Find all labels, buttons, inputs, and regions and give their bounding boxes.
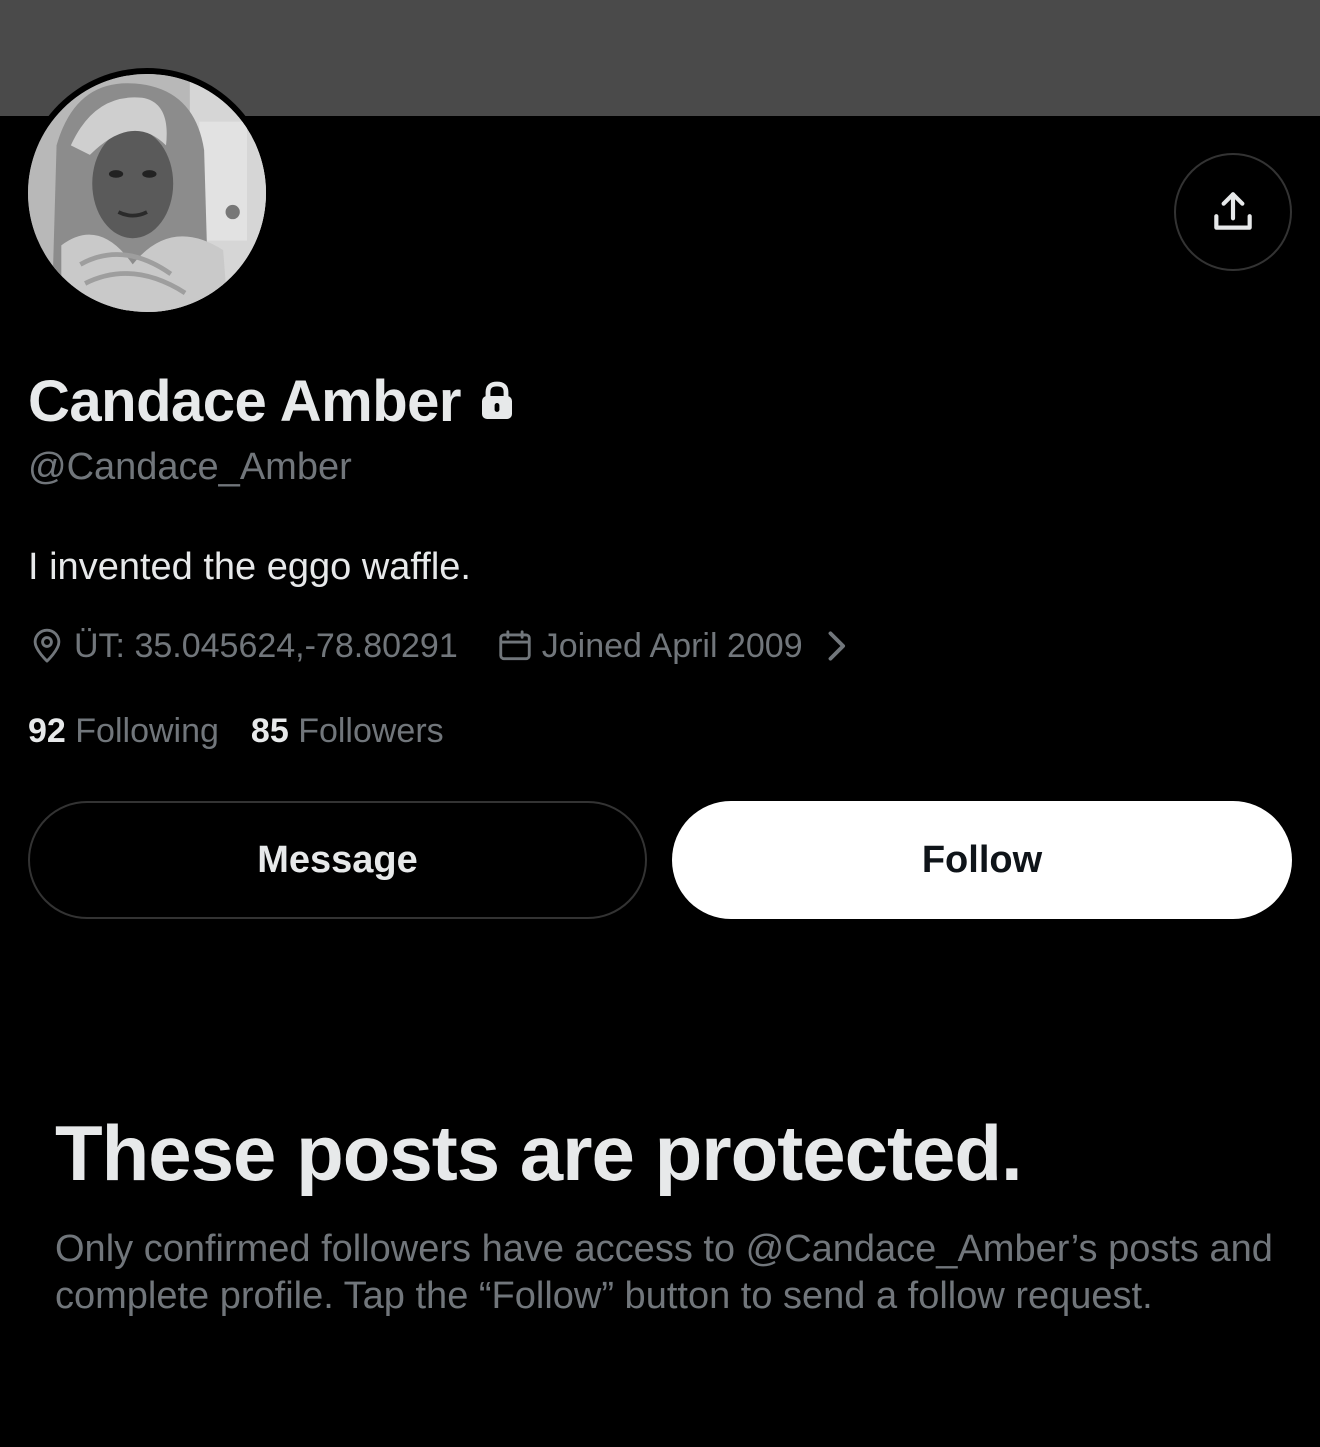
profile-bio: I invented the eggo waffle. [28, 546, 471, 588]
followers-label: Followers [298, 712, 444, 750]
profile-handle: @Candace_Amber [28, 446, 352, 488]
followers-stat[interactable]: 85 Followers [251, 712, 444, 751]
message-button[interactable]: Message [28, 801, 647, 919]
following-count: 92 [28, 712, 66, 750]
share-icon [1214, 192, 1252, 230]
avatar[interactable] [22, 68, 272, 318]
following-stat[interactable]: 92 Following [28, 712, 219, 751]
avatar-photo [28, 74, 266, 312]
follow-button[interactable]: Follow [672, 801, 1292, 919]
follow-stats: 92 Following 85 Followers [28, 712, 444, 751]
avatar-image [28, 74, 266, 312]
display-name-row: Candace Amber [28, 364, 515, 438]
chevron-right-icon [828, 631, 845, 661]
location-item: ÜT: 35.045624,-78.80291 [28, 627, 458, 666]
protected-description: Only confirmed followers have access to … [55, 1228, 1273, 1317]
profile-meta: ÜT: 35.045624,-78.80291 Joined April 200… [28, 622, 855, 670]
calendar-icon [499, 630, 531, 661]
display-name: Candace Amber [28, 368, 461, 434]
joined-item[interactable]: Joined April 2009 [496, 627, 855, 666]
share-button[interactable] [1174, 153, 1292, 271]
protected-title: These posts are protected. [55, 1109, 1023, 1197]
following-label: Following [75, 712, 219, 750]
lock-icon [481, 381, 512, 419]
location-text: ÜT: 35.045624,-78.80291 [74, 626, 458, 665]
followers-count: 85 [250, 712, 289, 750]
joined-text: Joined April 2009 [541, 626, 803, 665]
location-pin-icon [33, 628, 61, 663]
